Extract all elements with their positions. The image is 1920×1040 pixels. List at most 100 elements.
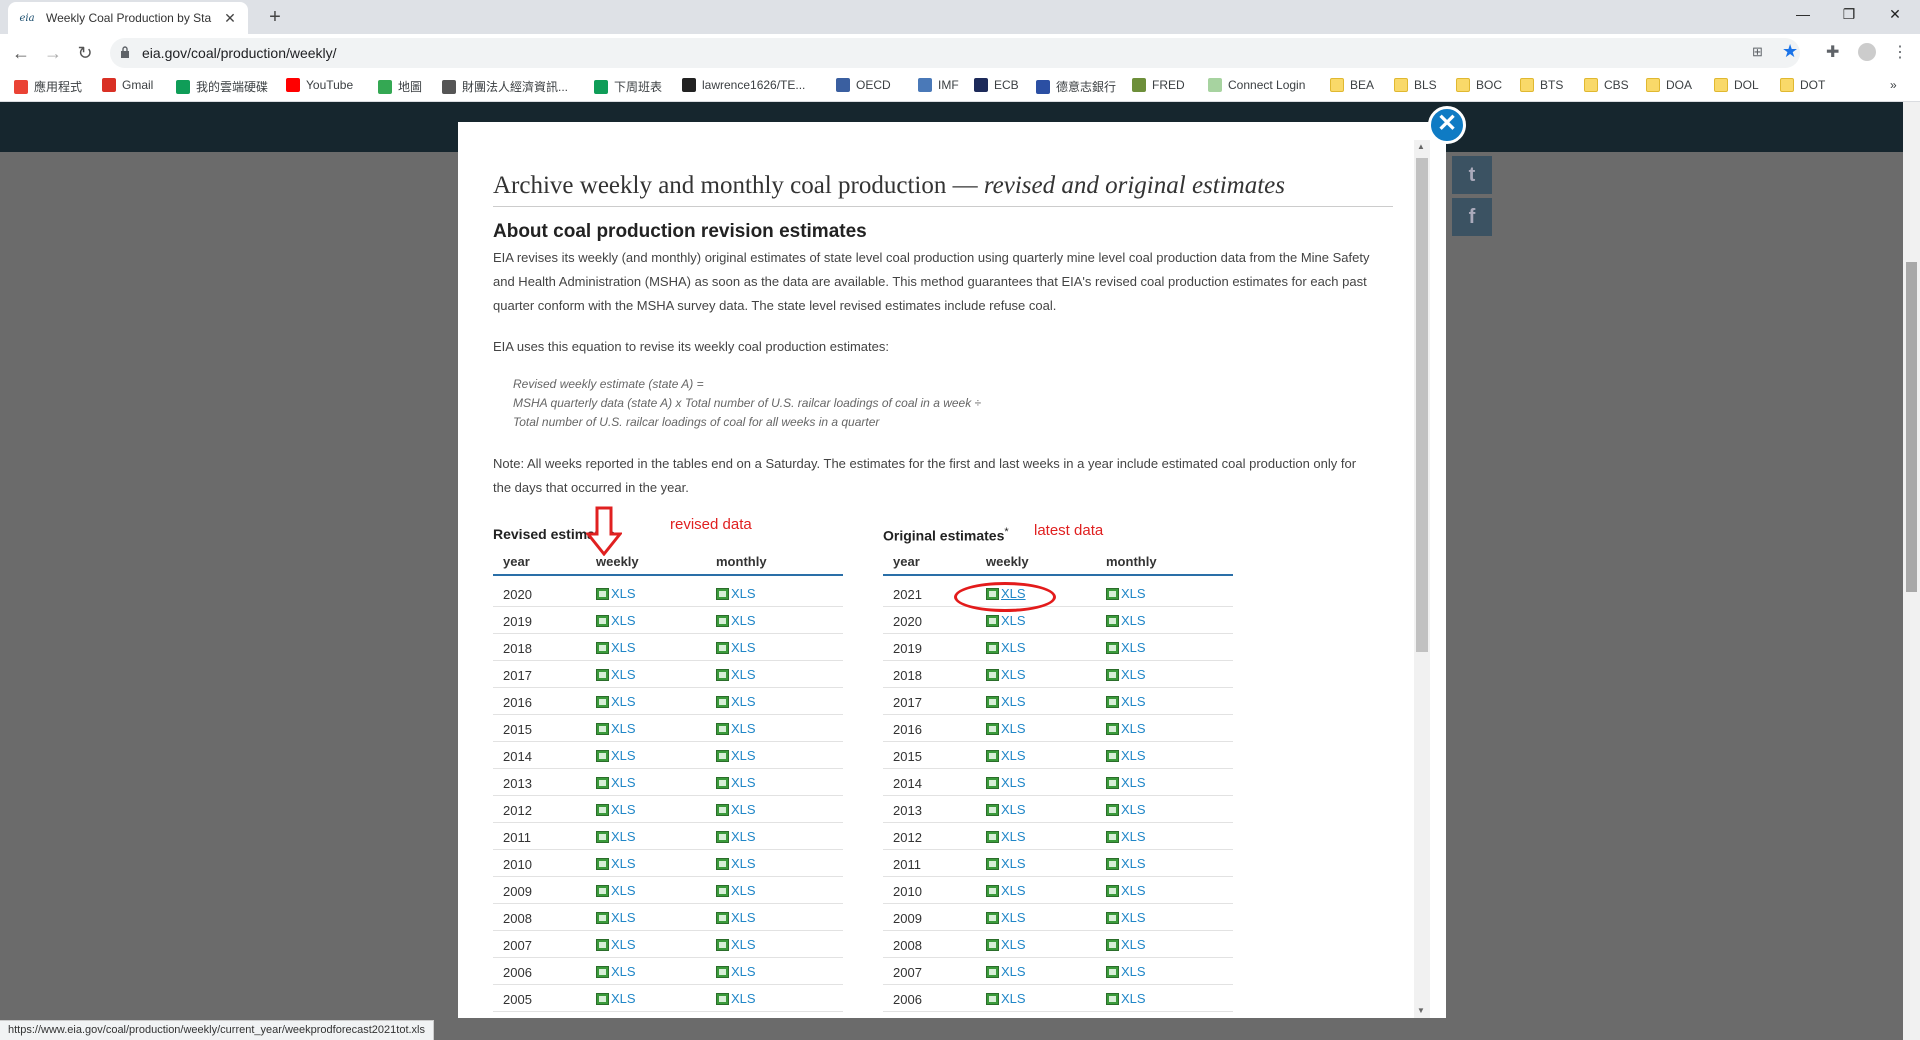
weekly-xls-link[interactable]: XLS xyxy=(986,613,1026,628)
weekly-xls-link[interactable]: XLS xyxy=(986,748,1026,763)
reload-button[interactable]: ↻ xyxy=(70,38,100,68)
weekly-xls-link[interactable]: XLS xyxy=(596,883,636,898)
monthly-xls-link[interactable]: XLS xyxy=(1106,667,1146,682)
monthly-xls-link[interactable]: XLS xyxy=(716,721,756,736)
monthly-xls-link[interactable]: XLS xyxy=(716,937,756,952)
modal-scrollbar-thumb[interactable] xyxy=(1416,158,1428,652)
monthly-xls-link[interactable]: XLS xyxy=(1106,748,1146,763)
weekly-xls-link[interactable]: XLS xyxy=(986,829,1026,844)
bookmark-item[interactable]: Connect Login xyxy=(1208,78,1305,92)
weekly-xls-link[interactable]: XLS xyxy=(596,964,636,979)
weekly-xls-link[interactable]: XLS xyxy=(986,856,1026,871)
new-tab-button[interactable]: + xyxy=(262,5,288,31)
monthly-xls-link[interactable]: XLS xyxy=(716,640,756,655)
monthly-xls-link[interactable]: XLS xyxy=(716,748,756,763)
monthly-xls-link[interactable]: XLS xyxy=(716,910,756,925)
address-bar[interactable]: eia.gov/coal/production/weekly/ ⊞ ★ xyxy=(110,38,1800,68)
weekly-xls-link[interactable]: XLS xyxy=(596,613,636,628)
monthly-xls-link[interactable]: XLS xyxy=(716,883,756,898)
translate-icon[interactable]: ⊞ xyxy=(1752,44,1763,60)
weekly-xls-link[interactable]: XLS xyxy=(596,586,636,601)
bookmark-item[interactable]: 財團法人經濟資訊... xyxy=(442,78,568,95)
weekly-xls-link[interactable]: XLS xyxy=(596,667,636,682)
weekly-xls-link[interactable]: XLS xyxy=(596,721,636,736)
bookmark-item[interactable]: DOT xyxy=(1780,78,1825,92)
weekly-xls-link[interactable]: XLS xyxy=(986,910,1026,925)
bookmark-item[interactable]: IMF xyxy=(918,78,959,92)
bookmark-item[interactable]: 我的雲端硬碟 xyxy=(176,78,268,95)
weekly-xls-link[interactable]: XLS xyxy=(596,640,636,655)
weekly-xls-link[interactable]: XLS xyxy=(986,667,1026,682)
weekly-xls-link[interactable]: XLS xyxy=(596,910,636,925)
monthly-xls-link[interactable]: XLS xyxy=(716,667,756,682)
monthly-xls-link[interactable]: XLS xyxy=(1106,937,1146,952)
weekly-xls-link[interactable]: XLS xyxy=(986,694,1026,709)
monthly-xls-link[interactable]: XLS xyxy=(716,613,756,628)
more-bookmarks-icon[interactable]: » xyxy=(1890,78,1897,92)
bookmark-item[interactable]: DOL xyxy=(1714,78,1759,92)
monthly-xls-link[interactable]: XLS xyxy=(1106,802,1146,817)
bookmark-item[interactable]: BTS xyxy=(1520,78,1563,92)
monthly-xls-link[interactable]: XLS xyxy=(1106,694,1146,709)
monthly-xls-link[interactable]: XLS xyxy=(1106,640,1146,655)
bookmark-item[interactable]: BOC xyxy=(1456,78,1502,92)
bookmark-item[interactable]: BLS xyxy=(1394,78,1437,92)
weekly-xls-link[interactable]: XLS xyxy=(596,694,636,709)
facebook-icon[interactable]: f xyxy=(1452,198,1492,236)
bookmark-item[interactable]: OECD xyxy=(836,78,891,92)
weekly-xls-link[interactable]: XLS xyxy=(596,829,636,844)
browser-tab[interactable]: eia Weekly Coal Production by Sta ✕ xyxy=(8,2,248,34)
bookmark-item[interactable]: CBS xyxy=(1584,78,1629,92)
profile-avatar[interactable] xyxy=(1858,43,1876,61)
bookmark-item[interactable]: BEA xyxy=(1330,78,1374,92)
monthly-xls-link[interactable]: XLS xyxy=(1106,829,1146,844)
close-tab-icon[interactable]: ✕ xyxy=(222,10,238,27)
weekly-xls-link[interactable]: XLS xyxy=(596,775,636,790)
bookmark-item[interactable]: 地圖 xyxy=(378,78,422,95)
forward-button[interactable]: → xyxy=(38,38,68,68)
bookmark-item[interactable]: 德意志銀行 xyxy=(1036,78,1116,95)
weekly-xls-link[interactable]: XLS xyxy=(986,883,1026,898)
monthly-xls-link[interactable]: XLS xyxy=(716,775,756,790)
bookmark-item[interactable]: DOA xyxy=(1646,78,1692,92)
bookmark-item[interactable]: 應用程式 xyxy=(14,78,82,95)
monthly-xls-link[interactable]: XLS xyxy=(716,694,756,709)
monthly-xls-link[interactable]: XLS xyxy=(716,802,756,817)
bookmark-item[interactable]: Gmail xyxy=(102,78,153,92)
bookmark-item[interactable]: lawrence1626/TE... xyxy=(682,78,805,92)
weekly-xls-link[interactable]: XLS xyxy=(986,991,1026,1006)
weekly-xls-link[interactable]: XLS xyxy=(596,856,636,871)
weekly-xls-link[interactable]: XLS xyxy=(986,640,1026,655)
monthly-xls-link[interactable]: XLS xyxy=(1106,775,1146,790)
modal-scrollbar[interactable]: ▲ ▼ xyxy=(1414,140,1430,1018)
monthly-xls-link[interactable]: XLS xyxy=(1106,964,1146,979)
weekly-xls-link[interactable]: XLS xyxy=(596,937,636,952)
weekly-xls-link[interactable]: XLS xyxy=(596,991,636,1006)
monthly-xls-link[interactable]: XLS xyxy=(1106,586,1146,601)
monthly-xls-link[interactable]: XLS xyxy=(716,586,756,601)
monthly-xls-link[interactable]: XLS xyxy=(1106,613,1146,628)
page-scrollbar[interactable] xyxy=(1903,102,1920,1040)
monthly-xls-link[interactable]: XLS xyxy=(1106,721,1146,736)
monthly-xls-link[interactable]: XLS xyxy=(716,964,756,979)
bookmark-item[interactable]: YouTube xyxy=(286,78,353,92)
weekly-xls-link[interactable]: XLS xyxy=(986,937,1026,952)
monthly-xls-link[interactable]: XLS xyxy=(1106,883,1146,898)
monthly-xls-link[interactable]: XLS xyxy=(1106,856,1146,871)
restore-button[interactable]: ❐ xyxy=(1826,0,1872,30)
back-button[interactable]: ← xyxy=(6,38,36,68)
close-window-button[interactable]: ✕ xyxy=(1872,0,1918,30)
bookmark-item[interactable]: ECB xyxy=(974,78,1019,92)
twitter-icon[interactable]: t xyxy=(1452,156,1492,194)
page-scrollbar-thumb[interactable] xyxy=(1906,262,1917,592)
monthly-xls-link[interactable]: XLS xyxy=(716,856,756,871)
weekly-xls-link[interactable]: XLS xyxy=(986,775,1026,790)
monthly-xls-link[interactable]: XLS xyxy=(716,991,756,1006)
monthly-xls-link[interactable]: XLS xyxy=(1106,991,1146,1006)
monthly-xls-link[interactable]: XLS xyxy=(716,829,756,844)
weekly-xls-link[interactable]: XLS xyxy=(596,748,636,763)
weekly-xls-link[interactable]: XLS xyxy=(986,964,1026,979)
weekly-xls-link[interactable]: XLS xyxy=(596,802,636,817)
bookmark-star-icon[interactable]: ★ xyxy=(1782,41,1798,62)
bookmark-item[interactable]: FRED xyxy=(1132,78,1185,92)
